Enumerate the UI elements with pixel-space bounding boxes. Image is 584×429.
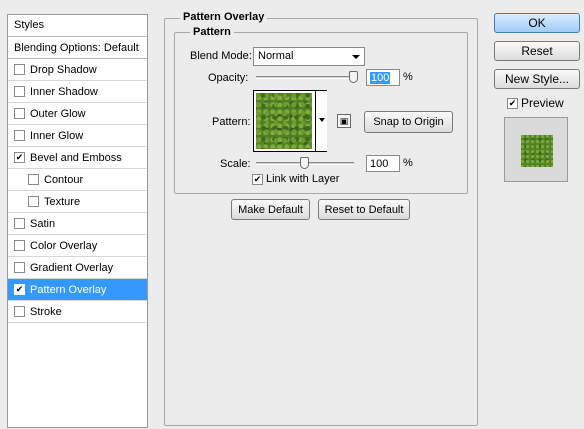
pattern-subgroup-title: Pattern xyxy=(190,26,234,38)
chevron-down-icon xyxy=(352,55,360,59)
style-item-label: Bevel and Emboss xyxy=(30,151,122,164)
blending-options-item[interactable]: Blending Options: Default xyxy=(8,37,147,59)
style-item-label: Inner Glow xyxy=(30,129,84,142)
style-preview xyxy=(504,117,568,182)
checkbox-icon[interactable] xyxy=(14,64,25,75)
make-default-button[interactable]: Make Default xyxy=(231,199,310,220)
styles-list-panel: Styles Blending Options: Default Drop Sh… xyxy=(7,14,148,428)
pattern-overlay-title: Pattern Overlay xyxy=(180,11,268,23)
preview-swatch xyxy=(521,135,553,167)
style-item-label: Drop Shadow xyxy=(30,63,97,76)
scale-value: 100 xyxy=(370,158,389,170)
checkbox-icon[interactable]: ✔ xyxy=(14,284,25,295)
scale-slider-thumb[interactable] xyxy=(300,157,309,169)
checkbox-icon[interactable]: ✔ xyxy=(252,173,263,185)
style-item-outer-glow[interactable]: Outer Glow xyxy=(8,103,147,125)
pattern-label: Pattern: xyxy=(212,116,251,128)
reset-button[interactable]: Reset xyxy=(494,41,580,61)
blend-mode-select[interactable]: Normal xyxy=(253,47,365,66)
style-item-label: Inner Shadow xyxy=(30,85,98,98)
style-item-label: Satin xyxy=(30,217,56,230)
new-preset-button[interactable]: ▣ xyxy=(337,114,351,128)
checkbox-icon[interactable]: ✔ xyxy=(14,152,25,163)
checkbox-icon[interactable] xyxy=(14,262,25,273)
scale-input[interactable]: 100 xyxy=(366,155,400,172)
style-item-contour[interactable]: Contour xyxy=(8,169,147,191)
preview-label: Preview xyxy=(521,96,564,110)
style-item-inner-shadow[interactable]: Inner Shadow xyxy=(8,81,147,103)
pattern-dropdown-button[interactable] xyxy=(315,91,327,151)
pattern-swatch[interactable] xyxy=(256,93,312,149)
scale-label: Scale: xyxy=(220,158,251,170)
style-item-gradient-overlay[interactable]: Gradient Overlay xyxy=(8,257,147,279)
style-item-label: Gradient Overlay xyxy=(30,261,114,274)
scale-unit: % xyxy=(403,157,413,169)
style-item-bevel-and-emboss[interactable]: ✔ Bevel and Emboss xyxy=(8,147,147,169)
checkbox-icon[interactable] xyxy=(14,108,25,119)
style-item-satin[interactable]: Satin xyxy=(8,213,147,235)
snap-to-origin-button[interactable]: Snap to Origin xyxy=(364,111,453,133)
blend-mode-label: Blend Mode: xyxy=(190,50,252,62)
pattern-picker[interactable] xyxy=(253,90,327,152)
styles-header[interactable]: Styles xyxy=(8,15,147,37)
ok-button[interactable]: OK xyxy=(494,13,580,33)
style-item-label: Texture xyxy=(44,195,81,208)
link-with-layer-label: Link with Layer xyxy=(266,173,340,185)
chevron-down-icon xyxy=(319,118,325,122)
checkbox-icon[interactable] xyxy=(14,86,25,97)
blend-mode-value: Normal xyxy=(258,50,294,62)
preview-checkbox[interactable]: ✔ Preview xyxy=(507,96,564,110)
style-item-label: Outer Glow xyxy=(30,107,86,120)
opacity-value: 100 xyxy=(370,72,391,84)
style-item-label: Pattern Overlay xyxy=(30,283,107,296)
style-item-inner-glow[interactable]: Inner Glow xyxy=(8,125,147,147)
checkbox-icon[interactable] xyxy=(28,174,39,185)
style-item-pattern-overlay[interactable]: ✔ Pattern Overlay xyxy=(8,279,147,301)
link-with-layer-checkbox[interactable]: ✔ Link with Layer xyxy=(252,173,339,185)
opacity-label: Opacity: xyxy=(208,72,249,84)
style-item-label: Stroke xyxy=(30,305,62,318)
opacity-slider-track[interactable] xyxy=(256,76,358,79)
checkbox-icon[interactable] xyxy=(14,240,25,251)
style-item-drop-shadow[interactable]: Drop Shadow xyxy=(8,59,147,81)
opacity-slider-thumb[interactable] xyxy=(349,71,358,83)
style-item-label: Color Overlay xyxy=(30,239,98,252)
new-style-button[interactable]: New Style... xyxy=(494,69,580,89)
style-item-label: Contour xyxy=(44,173,84,186)
blend-mode-label-text: Blend Mode: xyxy=(190,50,252,62)
style-item-color-overlay[interactable]: Color Overlay xyxy=(8,235,147,257)
opacity-input[interactable]: 100 xyxy=(366,69,400,86)
style-item-stroke[interactable]: Stroke xyxy=(8,301,147,323)
checkbox-icon[interactable] xyxy=(28,196,39,207)
opacity-unit: % xyxy=(403,71,413,83)
new-preset-icon: ▣ xyxy=(339,115,349,126)
checkbox-icon[interactable] xyxy=(14,130,25,141)
checkbox-icon[interactable]: ✔ xyxy=(507,97,518,109)
checkbox-icon[interactable] xyxy=(14,218,25,229)
checkbox-icon[interactable] xyxy=(14,306,25,317)
reset-to-default-button[interactable]: Reset to Default xyxy=(318,199,410,220)
style-item-texture[interactable]: Texture xyxy=(8,191,147,213)
